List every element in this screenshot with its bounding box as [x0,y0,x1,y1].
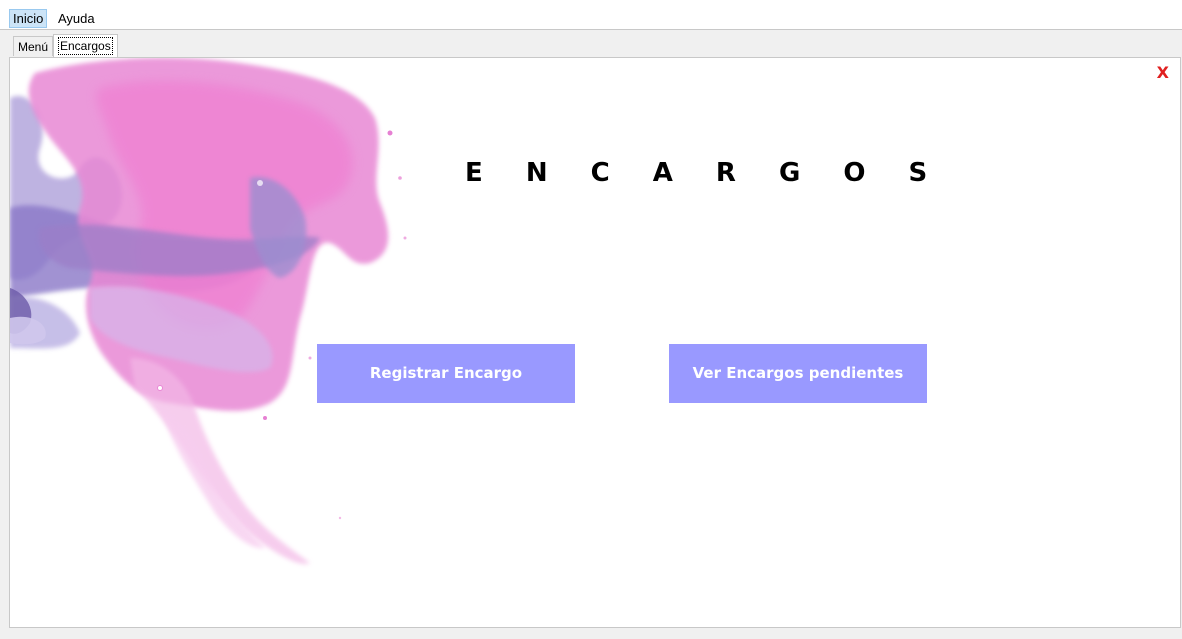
menu-item-ayuda[interactable]: Ayuda [55,9,98,28]
menu-item-inicio[interactable]: Inicio [9,9,48,28]
register-order-button[interactable]: Registrar Encargo [317,344,575,403]
tab-encargos-label: Encargos [58,37,113,55]
tab-menu[interactable]: Menú [13,36,54,56]
menu-bar: Inicio Ayuda [0,0,1182,30]
page-title: E N C A R G O S [465,158,945,188]
pending-orders-button[interactable]: Ver Encargos pendientes [669,344,927,403]
watercolor-decoration [10,58,407,564]
tab-strip: Menú Encargos [0,30,1182,58]
encargos-panel: X E N C A R G O S Registrar Encargo Ver … [9,57,1181,628]
status-bar [0,628,1182,639]
close-icon[interactable]: X [1157,63,1169,82]
tab-encargos[interactable]: Encargos [53,34,118,58]
